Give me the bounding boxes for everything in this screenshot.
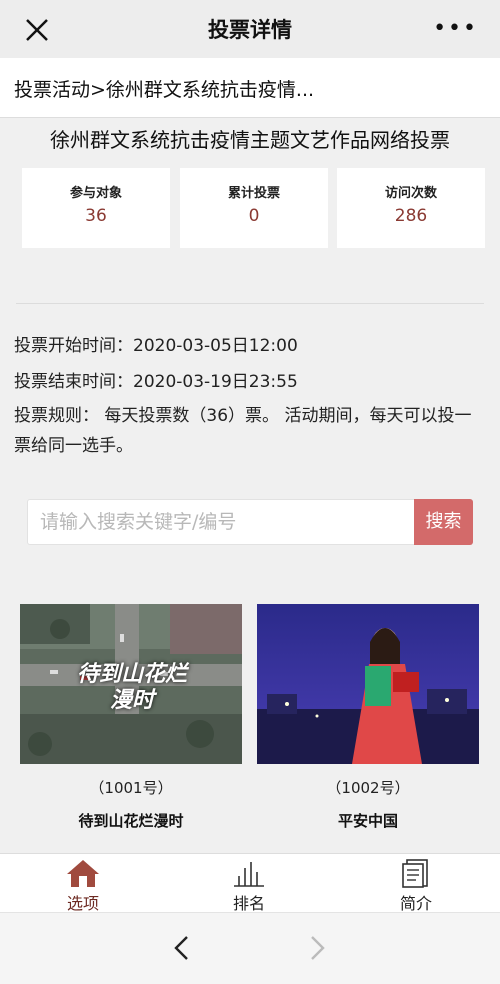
stat-label: 访问次数 [384, 186, 437, 201]
tab-label: 选项 [66, 894, 99, 913]
search-bar: 搜索 [27, 499, 473, 545]
entry-thumbnail[interactable]: 待到山花烂漫时 [20, 604, 242, 764]
tab-introduction[interactable]: 简介 [333, 854, 499, 913]
stat-participants: 参与对象 36 [22, 168, 170, 248]
performer-stage-image [257, 604, 479, 764]
more-options-icon[interactable]: ••• [433, 16, 478, 41]
forward-arrow-icon[interactable] [305, 933, 329, 963]
entry-thumbnail[interactable] [257, 604, 479, 764]
stats-panel: 参与对象 36 累计投票 0 访问次数 286 [22, 168, 485, 248]
search-input[interactable] [28, 500, 416, 544]
entry-name: 平安中国 [337, 812, 398, 830]
entry-number: （1001号） [89, 779, 173, 797]
stat-visits: 访问次数 286 [337, 168, 485, 248]
divider [16, 303, 484, 304]
stat-total-votes: 累计投票 0 [180, 168, 328, 248]
page-title: 投票详情 [208, 18, 292, 42]
entry-card[interactable]: （1002号） 平安中国 [257, 604, 479, 831]
search-button[interactable]: 搜索 [414, 499, 473, 545]
vote-info: 投票开始时间：2020-03-05日12:00 投票结束时间：2020-03-1… [14, 328, 488, 461]
breadcrumb: 投票活动>徐州群文系统抗击疫情... [0, 58, 500, 118]
tab-options[interactable]: 选项 [0, 854, 166, 913]
tab-label: 简介 [399, 894, 432, 913]
stat-label: 参与对象 [69, 186, 122, 201]
bar-chart-icon [234, 862, 264, 887]
tab-label: 排名 [232, 894, 265, 913]
stat-value: 286 [394, 206, 428, 226]
stat-value: 36 [85, 206, 107, 226]
tab-bar: 选项 排名 简介 [0, 853, 500, 913]
entry-card[interactable]: 待到山花烂漫时 （1001号） 待到山花烂漫时 [20, 604, 242, 831]
main-content: 徐州群文系统抗击疫情主题文艺作品网络投票 参与对象 36 累计投票 0 访问次数… [0, 118, 500, 853]
entry-name: 待到山花烂漫时 [78, 812, 184, 830]
stat-label: 累计投票 [227, 186, 280, 201]
end-time: 投票结束时间：2020-03-19日23:55 [14, 372, 298, 392]
document-icon [402, 859, 428, 888]
breadcrumb-text[interactable]: 投票活动>徐州群文系统抗击疫情... [14, 75, 484, 102]
entry-number: （1002号） [326, 779, 410, 797]
vote-rules: 投票规则： 每天投票数（36）票。 活动期间，每天可以投一票给同一选手。 [14, 406, 472, 456]
start-time: 投票开始时间：2020-03-05日12:00 [14, 336, 298, 356]
stat-value: 0 [248, 206, 260, 226]
home-icon [67, 860, 99, 887]
navigation-bar: 投票详情 ••• [0, 0, 500, 58]
browser-toolbar [0, 912, 500, 984]
back-arrow-icon[interactable] [170, 933, 194, 963]
thumbnail-title: 待到山花烂漫时 [76, 662, 187, 713]
tab-ranking[interactable]: 排名 [166, 854, 332, 913]
activity-title: 徐州群文系统抗击疫情主题文艺作品网络投票 [50, 128, 450, 152]
